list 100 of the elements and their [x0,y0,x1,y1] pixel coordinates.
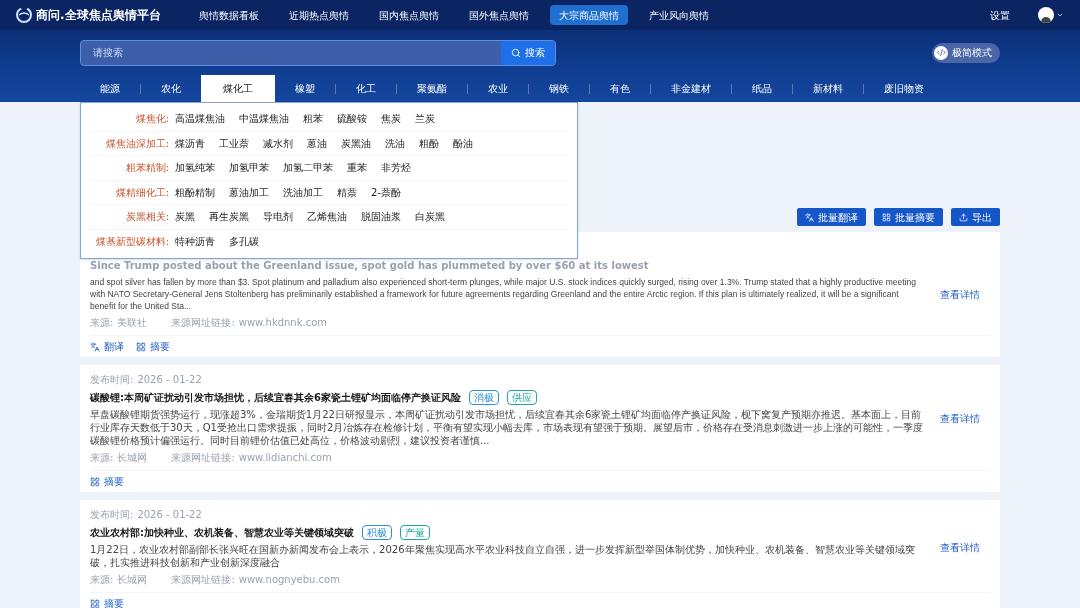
category-tab[interactable]: 非金建材 [651,75,731,102]
article-action-button[interactable]: 摘要 [136,339,170,354]
category-tab[interactable]: 农业 [468,75,528,102]
subcategory-label: 煤精细化工: [114,185,170,200]
subcategory-item[interactable]: 加氢甲苯 [229,160,269,176]
subcategory-item[interactable]: 蒽油 [307,135,327,151]
subcategory-item[interactable]: 炭黑油 [341,135,371,151]
sentiment-tag: 积极 [362,525,392,540]
source-label: 来源: [90,573,114,587]
article-action-button[interactable]: 摘要 [90,596,124,608]
translate-icon [805,212,814,222]
subcategory-item[interactable]: 白炭黑 [415,209,445,225]
subcategory-item[interactable]: 加氢二甲苯 [283,160,333,176]
category-tab[interactable]: 聚氨酯 [397,75,467,102]
subcategory-label: 炭黑相关: [124,210,170,225]
subcategory-label: 粗苯精制: [124,161,170,176]
dropdown-caret-icon[interactable] [1056,11,1064,19]
sentiment-tag: 供应 [506,390,537,405]
nav-tab[interactable]: 国外焦点舆情 [460,5,538,25]
view-details-link[interactable]: 查看详情 [940,286,980,302]
user-avatar[interactable] [1038,7,1054,23]
subcategory-item[interactable]: 多孔碳 [229,234,259,250]
article-summary: 早盘碳酸锂期货强势运行，现涨超3%，金瑞期货1月22日研报显示，本周矿证扰动引发市场担忧，后续宜春其余6家瓷土锂矿均面临停产换证风险，枧下窝复产预期亦推迟。基本面上，目前行业库存天数低于30天，Q1受抢出口需求提振，同时2月冶炼存在检修计划，平衡有望实现小幅去库，市场表现有望强于预期。展望后市，价格存在受消息刺激进一步上涨的可能性，一季度碳酸锂价格预计偏强运行。同时目前锂价估值已处高位，价格波动剧烈，建议投资者谨慎... [90,408,924,447]
grid-icon [90,598,100,608]
subcategory-item[interactable]: 2-萘酚 [371,184,401,200]
batch-action-button[interactable]: 批量翻译 [797,208,866,226]
nav-tab[interactable]: 产业风向舆情 [640,5,718,25]
subcategory-item[interactable]: 加氢纯苯 [175,160,215,176]
article-action-button[interactable]: 摘要 [90,474,124,489]
category-tab[interactable]: 农化 [141,75,201,102]
subcategory-item[interactable]: 脱固油浆 [361,209,401,225]
subcategory-item[interactable]: 非芳烃 [381,160,411,176]
link-label: 来源网址链接: [171,573,235,587]
article-title[interactable]: 农业农村部:加快种业、农机装备、智慧农业等关键领域突破 [90,525,354,540]
search-button[interactable]: 搜索 [501,40,555,65]
subcategory-item[interactable]: 洗油 [385,135,405,151]
subcategory-item[interactable]: 重苯 [347,160,367,176]
globe-logo-icon [16,7,32,23]
sentiment-tag: 产量 [400,525,430,540]
subcategory-item[interactable]: 酚油 [453,135,473,151]
source-name: 长城网 [117,573,148,587]
subcategory-item[interactable]: 煤沥青 [175,135,205,151]
subcategory-item[interactable]: 焦炭 [381,111,401,127]
sentiment-tag: 消极 [468,390,499,405]
subcategory-item[interactable]: 粗苯 [303,111,323,127]
settings-link[interactable]: 设置 [990,7,1010,23]
subcategory-item[interactable]: 精萘 [337,184,357,200]
view-details-link[interactable]: 查看详情 [940,539,980,555]
subcategory-label: 煤基新型碳材料: [94,235,170,250]
subcategory-item[interactable]: 特种沥青 [175,234,215,250]
grid-icon [90,476,100,487]
category-tab[interactable]: 钢铁 [529,75,589,102]
search-field[interactable]: 请搜索 搜索 [80,39,556,66]
category-tab[interactable]: 新材料 [793,75,863,102]
batch-action-button[interactable]: 批量摘要 [874,208,943,226]
category-tab[interactable]: 纸品 [732,75,792,102]
category-tab[interactable]: 有色 [590,75,650,102]
link-label: 来源网址链接: [171,316,235,330]
nav-tab[interactable]: 国内焦点舆情 [370,5,448,25]
subcategory-item[interactable]: 乙烯焦油 [307,209,347,225]
article-summary: 1月22日，农业农村部副部长张兴旺在国新办新闻发布会上表示，2026年聚焦实现高水平农业科技自立自强，进一步发挥新型举国体制优势，加快种业、农机装备、智慧农业等关键领域突破，扎实推进科技创新和产业创新深度融合 [90,543,916,569]
subcategory-item[interactable]: 高温煤焦油 [175,111,225,127]
upload-icon [959,212,968,222]
subcategory-item[interactable]: 兰炭 [415,111,435,127]
article-summary: and spot silver has fallen by more than $3. Spot platinum and palladium also experienced short-term plunges, while major U.S. stock indices quickly surged, rising over 1.3%. Trump stated that a highly productive meeting with NATO Secretary-General Jens Stoltenberg has preliminarily established a framework for future agreements regarding Greenland and the entire Arctic region. If this plan is ultimately realized, it will be a significant benefit for the United Sta... [90,276,917,312]
subcategory-item[interactable]: 蒽油加工 [229,184,269,200]
subcategory-item[interactable]: 再生炭黑 [209,209,249,225]
subcategory-item[interactable]: 粗酚 [419,135,439,151]
source-name: 长城网 [117,451,148,465]
nav-tab[interactable]: 舆情数据看板 [190,5,268,25]
date-label: 发布时间: [90,373,134,387]
category-tab[interactable]: 煤化工 [201,75,275,102]
nav-tab[interactable]: 大宗商品舆情 [550,5,628,25]
batch-action-button[interactable]: 导出 [951,208,1000,226]
source-label: 来源: [90,451,114,465]
article-title[interactable]: 碳酸锂:本周矿证扰动引发市场担忧，后续宜春其余6家瓷土锂矿均面临停产换证风险 [90,390,461,405]
search-icon [511,47,521,58]
category-tab[interactable]: 废旧物资 [864,75,944,102]
subcategory-item[interactable]: 炭黑 [175,209,195,225]
view-details-link[interactable]: 查看详情 [940,411,980,426]
brand-title: 商问.全球焦点舆情平台 [36,7,161,24]
subcategory-item[interactable]: 中温煤焦油 [239,111,289,127]
nav-tab[interactable]: 近期热点舆情 [280,5,358,25]
minimal-mode-toggle[interactable]: 极简模式 [932,42,1000,63]
subcategory-item[interactable]: 粗酚精制 [175,184,215,200]
code-icon [936,48,946,57]
subcategory-item[interactable]: 减水剂 [263,135,293,151]
subcategory-item[interactable]: 洗油加工 [283,184,323,200]
date-label: 发布时间: [90,508,134,522]
grid-icon [136,341,146,352]
category-tab[interactable]: 化工 [336,75,396,102]
translate-icon [90,341,100,352]
subcategory-item[interactable]: 硫酸铵 [337,111,367,127]
article-action-button[interactable]: 翻译 [90,339,124,354]
source-label: 来源: [90,316,114,330]
category-tab[interactable]: 能源 [80,75,140,102]
subcategory-label: 煤焦油深加工: [104,136,170,151]
category-tab[interactable]: 橡塑 [275,75,335,102]
subcategory-item[interactable]: 工业萘 [219,135,249,151]
subcategory-item[interactable]: 导电剂 [263,209,293,225]
